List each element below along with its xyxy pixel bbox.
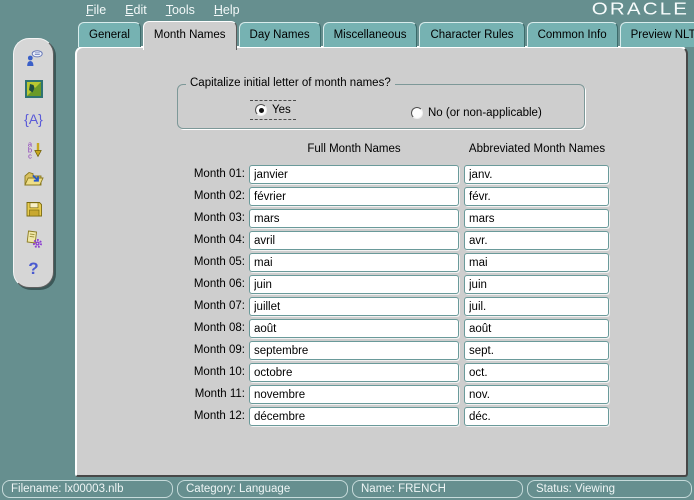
full-month-input[interactable]	[249, 187, 459, 206]
full-month-input[interactable]	[249, 275, 459, 294]
svg-text:c: c	[28, 151, 32, 159]
save-file-icon[interactable]	[23, 198, 45, 219]
month-label: Month 12:	[157, 407, 245, 426]
month-label: Month 11:	[157, 385, 245, 404]
territory-map-icon	[24, 79, 44, 99]
abbrev-month-input[interactable]	[464, 209, 609, 228]
month-row: Month 11:	[77, 385, 686, 404]
status-viewing: Status: Viewing	[527, 480, 692, 498]
tab-character-rules[interactable]: Character Rules	[419, 22, 524, 47]
month-row: Month 08:	[77, 319, 686, 338]
new-character-set-icon[interactable]: {A}	[23, 108, 45, 129]
new-linguistic-sort-icon[interactable]: a b c	[23, 138, 45, 159]
full-month-input[interactable]	[249, 363, 459, 382]
status-name: Name: FRENCH	[352, 480, 523, 498]
tab-day-names[interactable]: Day Names	[239, 22, 321, 47]
tab-month-names[interactable]: Month Names	[143, 21, 237, 50]
full-month-input[interactable]	[249, 407, 459, 426]
statusbar: Filename: lx00003.nlb Category: Language…	[0, 478, 694, 500]
menu-help[interactable]: Help	[211, 2, 243, 18]
full-month-input[interactable]	[249, 319, 459, 338]
full-month-input[interactable]	[249, 297, 459, 316]
tab-miscellaneous[interactable]: Miscellaneous	[323, 22, 418, 47]
help-icon[interactable]: ?	[23, 258, 45, 279]
document-gear-icon	[24, 229, 44, 249]
abbrev-month-input[interactable]	[464, 165, 609, 184]
capitalize-no-radio[interactable]: No (or non-applicable)	[406, 104, 547, 122]
month-row: Month 06:	[77, 275, 686, 294]
month-row: Month 01:	[77, 165, 686, 184]
abbrev-month-input[interactable]	[464, 363, 609, 382]
abbrev-month-input[interactable]	[464, 385, 609, 404]
open-file-icon[interactable]	[23, 168, 45, 189]
generate-nlb-icon[interactable]	[23, 228, 45, 249]
tab-preview-nlt[interactable]: Preview NLT	[620, 22, 694, 47]
radio-unselected-icon[interactable]	[411, 107, 423, 119]
abbrev-month-input[interactable]	[464, 231, 609, 250]
month-row: Month 10:	[77, 363, 686, 382]
abbrev-month-input[interactable]	[464, 253, 609, 272]
floating-toolbar: {A} a b c	[13, 38, 54, 288]
full-month-input[interactable]	[249, 385, 459, 404]
abbrev-month-input[interactable]	[464, 275, 609, 294]
menu-file[interactable]: File	[83, 2, 109, 18]
abbrev-month-input[interactable]	[464, 407, 609, 426]
person-speech-bubble-icon	[24, 49, 44, 69]
menubar: File Edit Tools Help	[83, 2, 243, 18]
month-label: Month 07:	[157, 297, 245, 316]
abbrev-month-input[interactable]	[464, 319, 609, 338]
month-row: Month 03:	[77, 209, 686, 228]
month-label: Month 03:	[157, 209, 245, 228]
month-row: Month 04:	[77, 231, 686, 250]
month-label: Month 08:	[157, 319, 245, 338]
open-folder-icon	[23, 169, 44, 189]
new-territory-icon[interactable]	[23, 78, 45, 99]
full-month-input[interactable]	[249, 341, 459, 360]
capitalize-groupbox: Capitalize initial letter of month names…	[177, 84, 585, 129]
capitalize-yes-radio[interactable]: Yes	[250, 100, 296, 120]
abbrev-month-input[interactable]	[464, 187, 609, 206]
full-month-names-header: Full Month Names	[249, 143, 459, 155]
month-label: Month 10:	[157, 363, 245, 382]
locale-builder-window: File Edit Tools Help ORACLE GeneralMonth Na…	[0, 0, 694, 500]
floppy-disk-icon	[24, 199, 44, 219]
month-row: Month 09:	[77, 341, 686, 360]
status-filename: Filename: lx00003.nlb	[2, 480, 173, 498]
month-label: Month 06:	[157, 275, 245, 294]
tab-general[interactable]: General	[78, 22, 141, 47]
month-label: Month 09:	[157, 341, 245, 360]
full-month-input[interactable]	[249, 253, 459, 272]
month-label: Month 05:	[157, 253, 245, 272]
capitalize-question-label: Capitalize initial letter of month names…	[186, 77, 395, 89]
new-language-icon[interactable]	[23, 48, 45, 69]
tab-common-info[interactable]: Common Info	[527, 22, 618, 47]
month-rows: Month 01: Month 02: Month 03: Month 04: Mont…	[77, 165, 686, 429]
status-category: Category: Language	[177, 480, 348, 498]
abbrev-month-input[interactable]	[464, 297, 609, 316]
menu-tools[interactable]: Tools	[163, 2, 198, 18]
abbrev-month-input[interactable]	[464, 341, 609, 360]
full-month-input[interactable]	[249, 209, 459, 228]
radio-selected-icon[interactable]	[255, 104, 267, 116]
month-row: Month 02:	[77, 187, 686, 206]
month-row: Month 12:	[77, 407, 686, 426]
month-label: Month 04:	[157, 231, 245, 250]
no-radio-label: No (or non-applicable)	[428, 107, 542, 119]
charset-brace-a-icon: {A}	[24, 112, 43, 126]
menu-edit[interactable]: Edit	[122, 2, 150, 18]
month-label: Month 02:	[157, 187, 245, 206]
month-names-panel: Capitalize initial letter of month names…	[75, 46, 688, 477]
month-label: Month 01:	[157, 165, 245, 184]
question-mark-icon: ?	[28, 260, 38, 277]
yes-radio-label: Yes	[272, 104, 291, 116]
month-row: Month 07:	[77, 297, 686, 316]
oracle-logo: ORACLE	[592, 0, 689, 20]
full-month-input[interactable]	[249, 165, 459, 184]
abc-sort-icon: a b c	[24, 139, 44, 159]
abbreviated-month-names-header: Abbreviated Month Names	[452, 143, 622, 155]
tab-bar: GeneralMonth NamesDay NamesMiscellaneous…	[78, 19, 694, 47]
full-month-input[interactable]	[249, 231, 459, 250]
month-row: Month 05:	[77, 253, 686, 272]
